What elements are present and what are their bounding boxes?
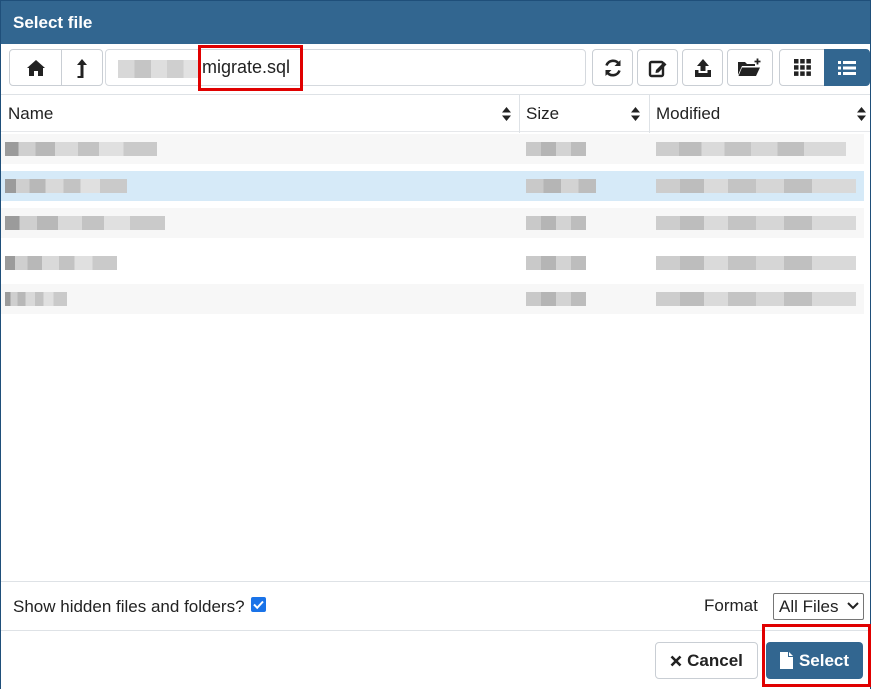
toolbar: migrate.sql [1,44,870,93]
column-label-size: Size [526,104,560,123]
grid-view-icon [793,59,811,76]
file-modified-redacted [656,292,856,306]
file-table-header: Name Size Modified [1,94,870,133]
column-header-modified[interactable]: Modified [649,95,870,133]
select-label: Select [798,650,850,670]
upload-button[interactable] [682,49,723,86]
cancel-button[interactable]: Cancel [655,642,758,679]
path-text: migrate.sql [202,57,291,77]
rename-icon [648,60,666,77]
file-modified-redacted [656,216,856,230]
file-name-redacted [5,216,165,230]
refresh-button[interactable] [592,49,633,86]
file-icon [779,652,793,669]
path-redacted [118,60,200,78]
sort-icon [857,107,866,121]
home-button[interactable] [9,49,62,86]
file-size-redacted [526,292,586,306]
format-label: Format [704,596,758,615]
table-row[interactable] [1,284,864,314]
sort-icon [631,107,640,121]
upload-icon [694,58,711,77]
list-view-icon [838,60,856,75]
file-modified-redacted [656,179,856,193]
options-bar: Show hidden files and folders? Format Al… [1,581,870,630]
sort-icon [502,107,511,121]
format-select-value: All Files [779,597,839,616]
home-icon [26,59,45,76]
table-row[interactable] [1,208,864,238]
refresh-icon [604,59,621,76]
rename-button[interactable] [637,49,678,86]
table-row-selected[interactable] [1,171,864,201]
list-view-button[interactable] [824,49,870,86]
file-table-body [1,132,870,582]
path-input[interactable]: migrate.sql [105,49,586,86]
checkmark-icon [253,600,264,610]
new-folder-button[interactable] [727,49,773,86]
dialog-title: Select file [1,1,870,44]
parent-folder-icon [77,58,87,78]
format-select[interactable]: All Files [773,593,864,620]
column-label-name: Name [8,104,54,123]
grid-view-button[interactable] [779,49,825,86]
select-button[interactable]: Select [766,642,863,679]
file-size-redacted [526,179,596,193]
file-size-redacted [526,142,586,156]
cancel-label: Cancel [687,650,743,670]
table-row[interactable] [1,134,864,164]
column-header-name[interactable]: Name [1,95,519,133]
column-header-size[interactable]: Size [519,95,649,133]
show-hidden-checkbox[interactable] [251,597,266,612]
show-hidden-label: Show hidden files and folders? [13,597,245,616]
parent-folder-button[interactable] [61,49,103,86]
column-label-modified: Modified [656,104,721,123]
file-name-redacted [5,292,67,306]
chevron-down-icon [847,602,859,610]
file-name-redacted [5,179,127,193]
table-row[interactable] [1,248,864,278]
file-name-redacted [5,142,157,156]
dialog-actions: Cancel Select [1,630,870,689]
new-folder-icon [738,58,761,76]
close-icon [670,655,682,666]
file-modified-redacted [656,142,846,156]
file-modified-redacted [656,256,856,270]
select-file-dialog: Select file migrate.sql Name Size Modifi… [0,0,871,689]
file-name-redacted [5,256,117,270]
file-size-redacted [526,216,586,230]
file-size-redacted [526,256,586,270]
